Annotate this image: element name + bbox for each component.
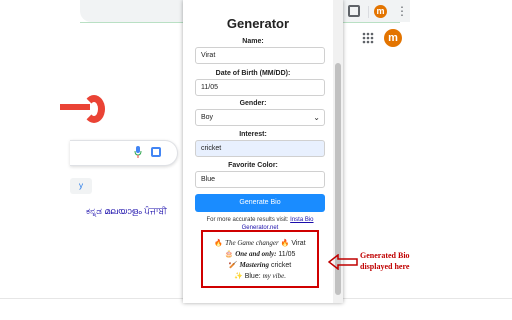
annotation-line-2: displayed here (360, 262, 410, 271)
toolbar-divider (368, 6, 369, 18)
popup-title: Generator (226, 16, 290, 31)
gender-label: Gender: (239, 100, 267, 107)
google-logo-bar (60, 104, 90, 110)
language-links[interactable]: ಕನ್ನಡ മലയാളം ਪੰਜਾਬੀ (86, 206, 167, 217)
microphone-icon[interactable] (134, 146, 142, 158)
google-lens-icon[interactable] (151, 147, 161, 157)
profile-avatar[interactable]: m (374, 5, 387, 18)
google-apps-icon[interactable] (362, 32, 374, 44)
accurate-prefix: For more accurate results visit: (206, 217, 289, 223)
extensions-puzzle-icon[interactable] (348, 5, 360, 17)
generate-bio-button[interactable]: Generate Bio (195, 194, 325, 212)
left-arrow-icon (328, 254, 358, 270)
chevron-down-icon: ⌄ (313, 113, 320, 122)
name-label: Name: (242, 38, 264, 45)
dob-label: Date of Birth (MM/DD): (215, 70, 291, 77)
gender-select[interactable]: Boy ⌄ (195, 109, 325, 126)
interest-input[interactable]: cricket (195, 140, 325, 157)
annotation-line-1: Generated Bio (360, 251, 410, 260)
browser-menu-icon[interactable]: ⋮ (396, 3, 408, 19)
dob-input[interactable]: 11/05 (195, 79, 325, 96)
screenshot: ⊙ ☆ m ⋮ y ಕನ್ನಡ മലയാളം ਪੰਜਾਬੀ m Generato… (0, 0, 512, 320)
name-input[interactable]: Virat (195, 47, 325, 64)
bio-highlight-box (201, 230, 319, 288)
interest-label: Interest: (239, 131, 267, 138)
gender-value: Boy (201, 114, 214, 121)
google-search-box[interactable] (70, 140, 178, 166)
favorite-color-input[interactable]: Blue (195, 171, 325, 188)
lucky-button[interactable]: y (70, 178, 92, 194)
favorite-color-label: Favorite Color: (228, 162, 278, 169)
google-account-avatar[interactable]: m (384, 29, 402, 47)
annotation-text: Generated Bio displayed here (360, 250, 450, 272)
